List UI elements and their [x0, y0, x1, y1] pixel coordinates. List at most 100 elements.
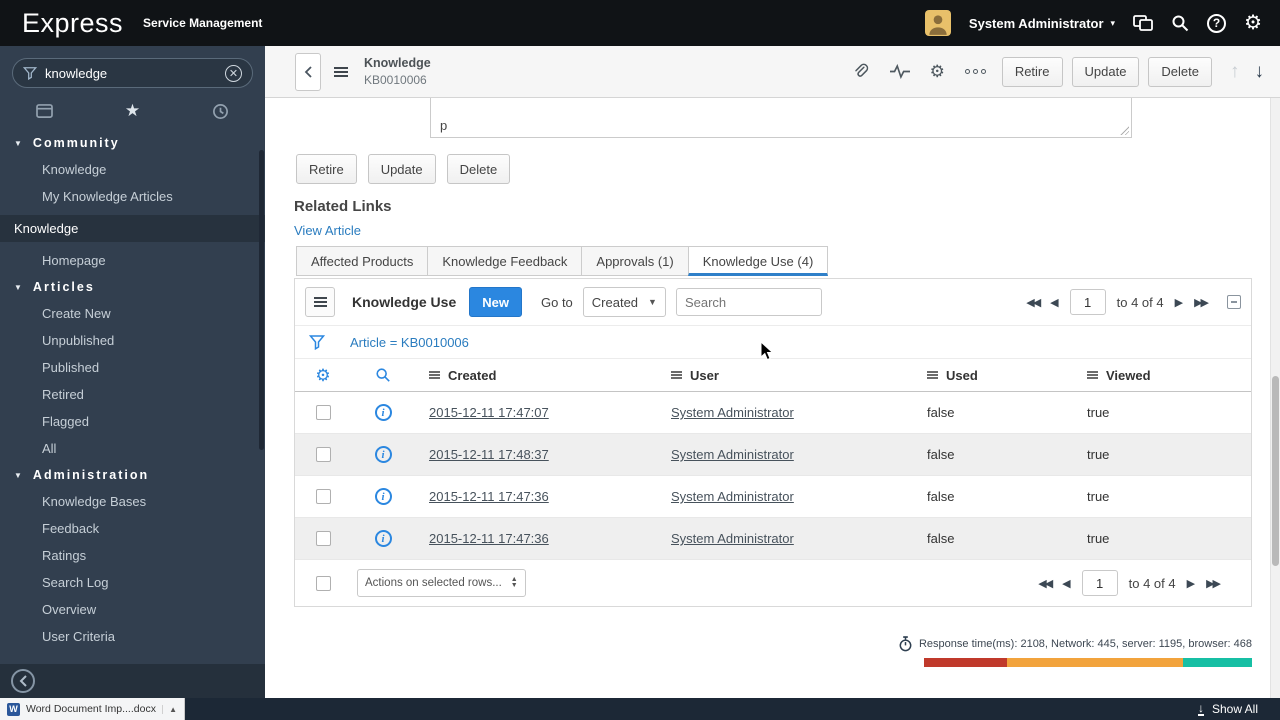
clear-search-icon[interactable]: ✕ [225, 64, 242, 82]
download-item[interactable]: W Word Document Imp....docx ▲ [0, 698, 185, 720]
created-link[interactable]: 2015-12-11 17:47:36 [429, 489, 549, 504]
personalize-gear-icon[interactable]: ⚙ [930, 63, 945, 80]
tab-approvals[interactable]: Approvals (1) [581, 246, 688, 276]
record-preview-icon[interactable]: i [374, 446, 392, 463]
last-page-icon[interactable]: ▶▶ [1194, 296, 1209, 309]
nav-item-knowledge[interactable]: Knowledge [0, 156, 265, 183]
update-button-form[interactable]: Update [367, 154, 436, 184]
created-link[interactable]: 2015-12-11 17:47:36 [429, 531, 549, 546]
nav-item-feedback[interactable]: Feedback [0, 515, 265, 542]
column-search-icon[interactable] [375, 367, 391, 383]
page-number-input[interactable] [1081, 570, 1118, 596]
nav-item-homepage[interactable]: Homepage [0, 247, 265, 274]
nav-app-knowledge[interactable]: Knowledge [0, 215, 265, 242]
list-search-input[interactable] [675, 288, 822, 316]
show-all-downloads[interactable]: ↓ Show All [1197, 702, 1258, 716]
search-icon[interactable] [1171, 14, 1189, 32]
tab-knowledge-feedback[interactable]: Knowledge Feedback [427, 246, 582, 276]
row-checkbox[interactable] [315, 489, 331, 504]
created-link[interactable]: 2015-12-11 17:48:37 [429, 447, 549, 462]
record-context-menu-icon[interactable] [334, 66, 348, 77]
update-button[interactable]: Update [1071, 56, 1140, 87]
row-checkbox[interactable] [315, 531, 331, 546]
nav-item-knowledge-bases[interactable]: Knowledge Bases [0, 488, 265, 515]
list-personalize-gear-icon[interactable]: ⚙ [315, 367, 330, 384]
user-link[interactable]: System Administrator [671, 531, 794, 546]
activity-stream-icon[interactable] [889, 64, 910, 79]
nav-item-all[interactable]: All [0, 435, 265, 462]
actions-select[interactable]: Actions on selected rows... ▲ ▼ [357, 569, 526, 597]
nav-section-articles[interactable]: ▼ Articles [0, 274, 265, 300]
filter-breadcrumb-link[interactable]: Article = KB0010006 [350, 335, 469, 350]
resize-handle[interactable] [1119, 125, 1129, 135]
nav-section-administration[interactable]: ▼ Administration [0, 462, 265, 488]
nav-item-search-log[interactable]: Search Log [0, 569, 265, 596]
nav-item-ratings[interactable]: Ratings [0, 542, 265, 569]
retire-button[interactable]: Retire [1001, 56, 1063, 87]
last-page-icon[interactable]: ▶▶ [1206, 577, 1221, 590]
first-page-icon[interactable]: ◀◀ [1026, 296, 1041, 309]
scrollbar-thumb[interactable] [1272, 376, 1279, 566]
user-menu[interactable]: System Administrator ▾ [969, 16, 1115, 31]
list-menu-icon[interactable] [305, 287, 335, 317]
created-link[interactable]: 2015-12-11 17:47:07 [429, 405, 549, 420]
user-link[interactable]: System Administrator [671, 447, 794, 462]
user-link[interactable]: System Administrator [671, 405, 794, 420]
richtext-editor-field[interactable]: p [430, 98, 1132, 138]
page-number-input[interactable] [1069, 289, 1106, 315]
nav-item-my-knowledge-articles[interactable]: My Knowledge Articles [0, 183, 265, 210]
view-article-link[interactable]: View Article [294, 223, 361, 238]
next-page-icon[interactable]: ▶ [1187, 577, 1195, 590]
nav-item-published[interactable]: Published [0, 354, 265, 381]
content-scrollbar[interactable] [1270, 98, 1280, 698]
history-clock-icon[interactable] [212, 103, 229, 120]
sidebar-scrollbar[interactable] [259, 150, 264, 450]
tab-knowledge-use[interactable]: Knowledge Use (4) [687, 246, 829, 276]
nav-item-overview[interactable]: Overview [0, 596, 265, 623]
split-screen-icon[interactable] [1133, 15, 1153, 31]
favorites-star-icon[interactable]: ★ [125, 101, 140, 121]
tab-affected-products[interactable]: Affected Products [296, 246, 428, 276]
navigator-search[interactable]: ✕ [12, 58, 253, 88]
nav-section-community[interactable]: ▼ Community [0, 130, 265, 156]
column-header-user[interactable]: User [657, 359, 913, 392]
delete-button-form[interactable]: Delete [446, 154, 511, 184]
first-page-icon[interactable]: ◀◀ [1038, 577, 1053, 590]
delete-button[interactable]: Delete [1148, 56, 1212, 87]
goto-field-select[interactable]: Created ▼ [582, 287, 666, 317]
help-icon[interactable]: ? [1207, 13, 1227, 33]
record-preview-icon[interactable]: i [374, 488, 392, 505]
user-link[interactable]: System Administrator [671, 489, 794, 504]
nav-item-create-new[interactable]: Create New [0, 300, 265, 327]
column-header-created[interactable]: Created [415, 359, 657, 392]
next-page-icon[interactable]: ▶ [1175, 296, 1183, 309]
collapse-sidebar-button[interactable] [11, 669, 35, 693]
previous-page-icon[interactable]: ◀ [1062, 577, 1070, 590]
more-options-icon[interactable] [964, 69, 986, 74]
stopwatch-icon[interactable] [899, 636, 912, 652]
minimize-list-icon[interactable] [1227, 295, 1241, 309]
select-all-checkbox[interactable] [316, 575, 331, 591]
avatar[interactable] [924, 10, 951, 36]
nav-item-flagged[interactable]: Flagged [0, 408, 265, 435]
back-button[interactable] [295, 52, 321, 91]
all-apps-icon[interactable] [36, 103, 53, 119]
search-input[interactable] [45, 65, 217, 81]
gear-icon[interactable]: ⚙ [1244, 13, 1262, 33]
previous-page-icon[interactable]: ◀ [1050, 296, 1058, 309]
record-preview-icon[interactable]: i [374, 404, 392, 421]
new-button[interactable]: New [469, 287, 522, 317]
nav-item-retired[interactable]: Retired [0, 381, 265, 408]
column-header-viewed[interactable]: Viewed [1073, 359, 1251, 392]
nav-item-user-criteria[interactable]: User Criteria [0, 623, 265, 650]
column-header-used[interactable]: Used [913, 359, 1073, 392]
retire-button-form[interactable]: Retire [296, 154, 357, 184]
record-preview-icon[interactable]: i [374, 530, 392, 547]
row-checkbox[interactable] [315, 447, 331, 462]
next-record-icon[interactable]: ↓ [1255, 61, 1265, 83]
attachment-paperclip-icon[interactable] [853, 63, 870, 80]
download-caret-icon[interactable]: ▲ [162, 704, 177, 714]
nav-item-unpublished[interactable]: Unpublished [0, 327, 265, 354]
row-checkbox[interactable] [315, 405, 331, 420]
filter-funnel-icon[interactable] [309, 334, 325, 350]
